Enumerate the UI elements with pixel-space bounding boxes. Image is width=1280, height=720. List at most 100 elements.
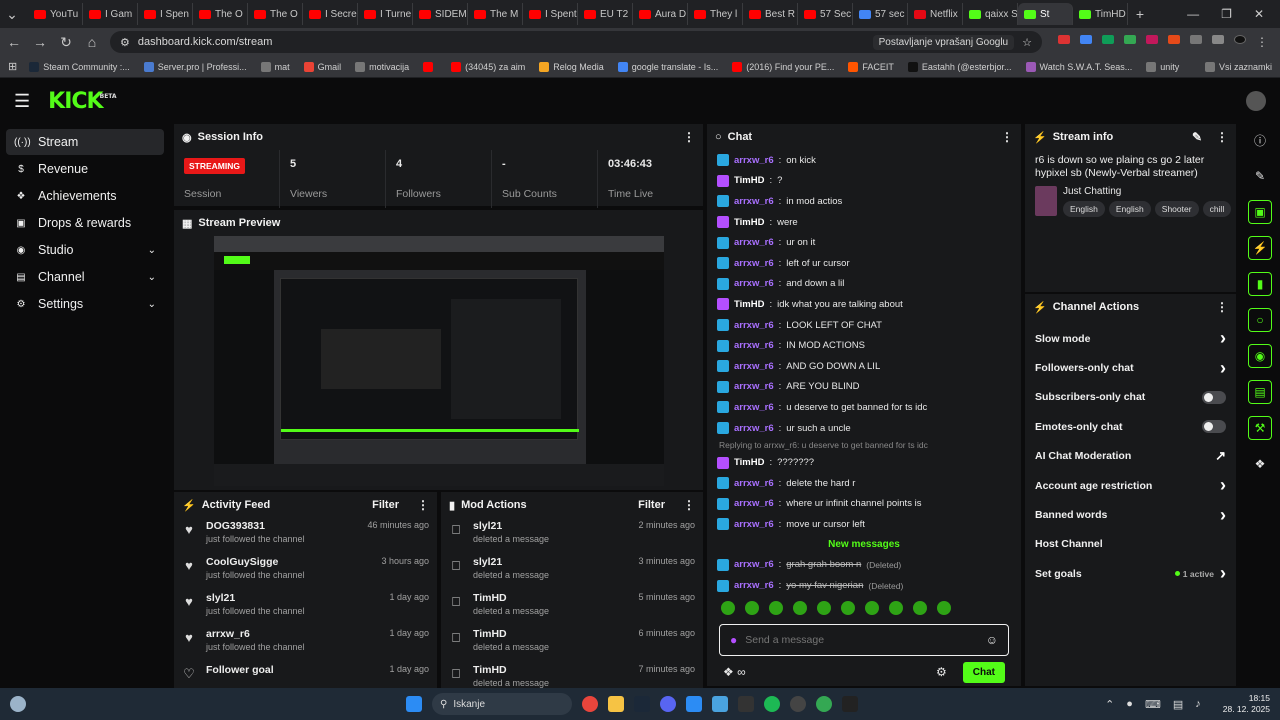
steam-taskbar-icon[interactable]: [634, 696, 650, 712]
spotify-taskbar-icon[interactable]: [764, 696, 780, 712]
emote-icon[interactable]: [745, 600, 759, 615]
emote-icon[interactable]: [889, 600, 903, 615]
channel-action-subscribers-only-chat[interactable]: Subscribers-only chat: [1025, 383, 1236, 412]
chat-username[interactable]: arrxw_r6: [734, 155, 774, 166]
network-tray-icon[interactable]: ▤: [1173, 698, 1183, 711]
send-chat-button[interactable]: Chat: [962, 661, 1005, 683]
mod-name[interactable]: slyl21: [473, 556, 628, 568]
chevron-right-icon[interactable]: ›: [1220, 505, 1226, 526]
stream-tag[interactable]: English: [1108, 201, 1151, 217]
browser-tab[interactable]: The O: [248, 3, 303, 25]
back-app-taskbar-icon[interactable]: [738, 696, 754, 712]
browser-tab[interactable]: I Secre: [303, 3, 358, 25]
points-tool-icon[interactable]: ❖: [1248, 452, 1272, 476]
ext-red-icon[interactable]: [1146, 35, 1158, 44]
bookmark-link[interactable]: Gmail: [303, 61, 341, 72]
channel-action-account-age-restriction[interactable]: Account age restriction ›: [1025, 471, 1236, 500]
taskbar-clock[interactable]: 18:15 28. 12. 2025: [1223, 693, 1270, 715]
weather-icon[interactable]: [10, 696, 26, 712]
browser-tab[interactable]: EU T2: [578, 3, 633, 25]
bookmark-link[interactable]: Steam Community :...: [29, 61, 130, 72]
channel-action-host-channel[interactable]: Host Channel: [1025, 530, 1236, 559]
shield-ext-icon[interactable]: [1124, 35, 1136, 44]
bookmark-link[interactable]: Relog Media: [539, 61, 604, 72]
mod-name[interactable]: TimHD: [473, 628, 628, 640]
bookmark-star-icon[interactable]: ☆: [1022, 36, 1032, 49]
chat-menu-icon[interactable]: ⋮: [1001, 130, 1013, 144]
activity-name[interactable]: arrxw_r6: [206, 628, 379, 640]
emote-icon[interactable]: [913, 600, 927, 615]
emoji-icon[interactable]: ☺: [986, 633, 998, 647]
chat-username[interactable]: arrxw_r6: [734, 381, 774, 392]
reading-list-icon[interactable]: [1212, 35, 1224, 44]
emote-icon[interactable]: [769, 600, 783, 615]
channel-action-emotes-only-chat[interactable]: Emotes-only chat: [1025, 412, 1236, 441]
channel-action-slow-mode[interactable]: Slow mode ›: [1025, 324, 1236, 353]
chat-username[interactable]: TimHD: [734, 175, 764, 186]
stream-tag[interactable]: chill: [1202, 201, 1232, 217]
chevron-right-icon[interactable]: ›: [1220, 475, 1226, 496]
translate-ext-icon[interactable]: [1080, 35, 1092, 44]
channel-action-followers-only-chat[interactable]: Followers-only chat ›: [1025, 353, 1236, 382]
mod-filter-button[interactable]: Filter: [638, 499, 665, 511]
browser-tab[interactable]: YouTu: [28, 3, 83, 25]
back-icon[interactable]: ←: [6, 34, 22, 50]
stream-tag[interactable]: English: [1063, 201, 1105, 217]
maximize-icon[interactable]: ❐: [1221, 7, 1232, 21]
activity-menu-icon[interactable]: ⋮: [417, 498, 429, 512]
discord-taskbar-icon[interactable]: [660, 696, 676, 712]
activity-name[interactable]: CoolGuySigge: [206, 556, 371, 568]
browser-tab[interactable]: Netflix: [908, 3, 963, 25]
windows-start-icon[interactable]: [406, 696, 422, 712]
sidebar-item-achievements[interactable]: ❖ Achievements: [6, 183, 164, 209]
stream-preview-video[interactable]: [214, 236, 664, 486]
apps-grid-icon[interactable]: ⊞: [8, 60, 17, 73]
chat-username[interactable]: arrxw_r6: [734, 361, 774, 372]
channel-action-ai-chat-moderation[interactable]: AI Chat Moderation ↗: [1025, 442, 1236, 471]
chat-username[interactable]: arrxw_r6: [734, 498, 774, 509]
chat-username[interactable]: arrxw_r6: [734, 196, 774, 207]
wrench-tool-icon[interactable]: ⚒: [1248, 416, 1272, 440]
chat-username[interactable]: arrxw_r6: [734, 320, 774, 331]
chat-settings-icon[interactable]: ⚙: [936, 665, 947, 679]
emote-icon[interactable]: [721, 600, 735, 615]
toggle-switch[interactable]: [1202, 390, 1226, 404]
keyboard-tray-icon[interactable]: ⌨: [1145, 698, 1161, 711]
browser-tab[interactable]: I Spent: [523, 3, 578, 25]
close-window-icon[interactable]: ✕: [1254, 7, 1264, 21]
mod-name[interactable]: slyl21: [473, 520, 628, 532]
bookmark-link[interactable]: Watch S.W.A.T. Seas...: [1025, 61, 1132, 72]
clipboard-tool-icon[interactable]: ▮: [1248, 272, 1272, 296]
stream-info-menu-icon[interactable]: ⋮: [1216, 130, 1228, 144]
ext-orange-icon[interactable]: [1168, 35, 1180, 44]
url-field[interactable]: ⚙ dashboard.kick.com/stream Postavljanje…: [110, 31, 1042, 53]
kick-logo[interactable]: KICK BETA: [48, 89, 116, 114]
channel-actions-menu-icon[interactable]: ⋮: [1216, 300, 1228, 314]
chat-username[interactable]: arrxw_r6: [734, 478, 774, 489]
forward-icon[interactable]: →: [32, 34, 48, 50]
activity-name[interactable]: slyl21: [206, 592, 379, 604]
extension-icon[interactable]: [1058, 35, 1070, 44]
site-info-icon[interactable]: ⚙: [120, 36, 130, 49]
tray-chevron-icon[interactable]: ⌃: [1105, 698, 1114, 711]
browser-menu-icon[interactable]: ⋮: [1256, 35, 1268, 49]
browser-tab[interactable]: Aura D: [633, 3, 688, 25]
sidebar-item-channel[interactable]: ▤ Channel ⌄: [6, 264, 164, 290]
toggle-switch[interactable]: [1202, 420, 1226, 434]
emote-icon[interactable]: [841, 600, 855, 615]
bookmark-link[interactable]: [423, 61, 437, 72]
browser-tab[interactable]: I Turne: [358, 3, 413, 25]
bookmark-link[interactable]: mat: [260, 61, 290, 72]
mic-tray-icon[interactable]: ●: [1126, 698, 1133, 711]
bookmark-link[interactable]: unity: [1146, 61, 1179, 72]
bookmark-link[interactable]: google translate - Is...: [617, 61, 718, 72]
crop-tool-icon[interactable]: ▣: [1248, 200, 1272, 224]
emote-icon[interactable]: [793, 600, 807, 615]
browser-tab[interactable]: SIDEM: [413, 3, 468, 25]
taskbar-search[interactable]: ⚲ Iskanje: [432, 693, 572, 715]
chrome-taskbar-icon[interactable]: [582, 696, 598, 712]
activity-name[interactable]: Follower goal: [206, 664, 379, 676]
chevron-right-icon[interactable]: ›: [1220, 563, 1226, 584]
chat-username[interactable]: arrxw_r6: [734, 237, 774, 248]
emote-icon[interactable]: [817, 600, 831, 615]
